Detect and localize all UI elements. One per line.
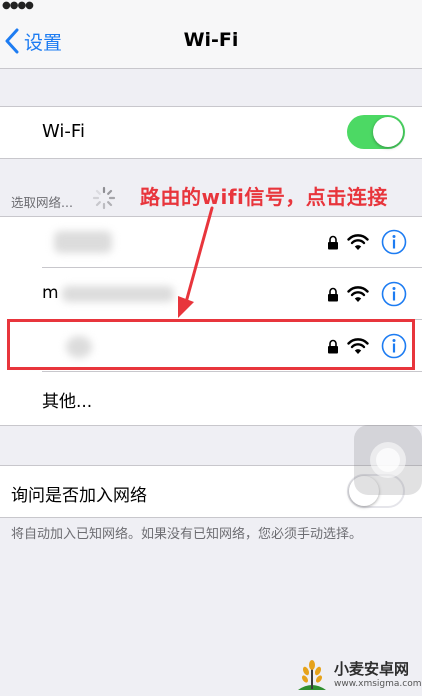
network-name: m [42, 283, 59, 303]
ask-to-join-footnote: 将自动加入已知网络。如果没有已知网络，您必须手动选择。 [11, 527, 363, 542]
assistive-touch-button[interactable] [354, 425, 422, 495]
row-separator [42, 371, 422, 372]
highlight-box [7, 319, 415, 370]
signal-dots: ●●●● [2, 0, 34, 11]
other-network-label: 其他... [42, 392, 93, 412]
choose-network-label: 选取网络... [11, 195, 73, 210]
network-row-1[interactable] [0, 217, 422, 268]
status-bar: ●●●● [0, 0, 422, 16]
wheat-logo-icon [298, 660, 326, 690]
row-separator [42, 267, 422, 268]
ask-to-join-label: 询问是否加入网络 [11, 486, 147, 506]
watermark-text: 小麦安卓网 www.xmsigma.com [334, 660, 421, 690]
blurred-network-name [54, 231, 112, 253]
info-icon[interactable] [381, 281, 407, 307]
wifi-signal-icon [347, 234, 369, 250]
network-row-2[interactable]: m [0, 269, 422, 320]
spinner-icon [92, 186, 116, 210]
watermark: 小麦安卓网 www.xmsigma.com [294, 657, 421, 693]
wifi-toggle-row: Wi-Fi [0, 106, 422, 159]
lock-icon [328, 287, 338, 302]
assistive-ring-inner [376, 448, 400, 472]
annotation-text: 路由的wifi信号，点击连接 [140, 185, 388, 209]
other-network-row[interactable]: 其他... [0, 373, 422, 424]
toggle-knob [373, 117, 403, 147]
watermark-title: 小麦安卓网 [334, 660, 410, 678]
lock-icon [328, 235, 338, 250]
wifi-toggle[interactable] [347, 115, 405, 149]
blurred-network-name [62, 286, 174, 302]
wifi-signal-icon [347, 286, 369, 302]
wifi-label: Wi-Fi [42, 121, 85, 142]
navigation-bar: 设置 Wi-Fi [0, 16, 422, 69]
watermark-url: www.xmsigma.com [334, 679, 422, 689]
page-title: Wi-Fi [183, 29, 239, 51]
info-icon[interactable] [381, 229, 407, 255]
